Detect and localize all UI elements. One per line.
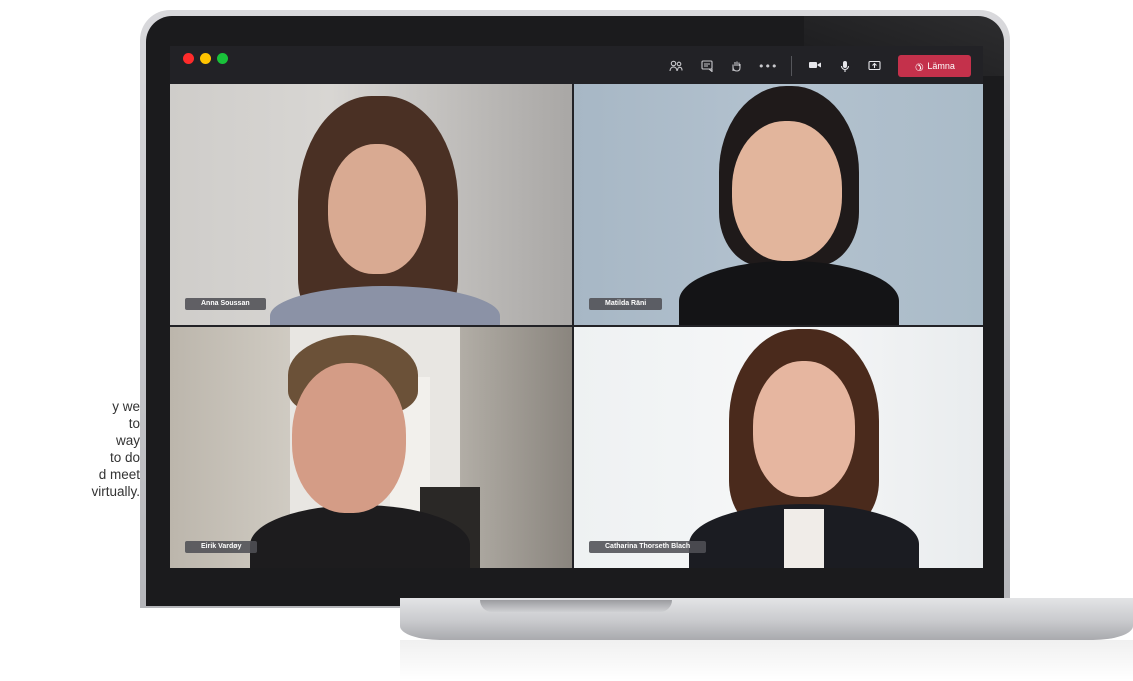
caption-line: to <box>128 416 140 431</box>
video-tile[interactable]: Anna Soussan <box>170 84 572 325</box>
participant-video <box>240 335 480 568</box>
hang-up-icon: ✆ <box>911 59 926 74</box>
caption-line: d meet <box>98 467 140 482</box>
participants-icon[interactable] <box>667 60 685 74</box>
side-caption: y we to way to do d meet virtually. <box>0 398 140 500</box>
camera-icon[interactable] <box>806 60 824 74</box>
leave-call-button[interactable]: ✆ Lämna <box>898 55 971 77</box>
video-call-window: ••• ✆ Lämna Anna Soussan Matilda Räni Ei… <box>170 46 983 568</box>
window-minimize-button[interactable] <box>200 53 211 64</box>
participant-video <box>270 96 500 325</box>
raise-hand-icon[interactable] <box>727 60 745 74</box>
call-toolbar: ••• ✆ Lämna <box>170 46 983 84</box>
leave-call-label: Lämna <box>927 61 955 71</box>
participant-video <box>664 86 914 325</box>
caption-line: virtually. <box>91 484 140 499</box>
window-close-button[interactable] <box>183 53 194 64</box>
chat-icon[interactable] <box>698 60 716 74</box>
caption-line: to do <box>109 450 140 465</box>
video-tile[interactable]: Matilda Räni <box>574 84 983 325</box>
microphone-icon[interactable] <box>836 60 854 74</box>
caption-line: y we <box>112 399 140 414</box>
share-screen-icon[interactable] <box>865 60 883 74</box>
laptop-hinge-notch <box>480 600 672 612</box>
video-tile[interactable]: Eirik Vardøy <box>170 327 572 568</box>
more-icon[interactable]: ••• <box>758 60 777 74</box>
video-tile[interactable]: Catharina Thorseth Blach <box>574 327 983 568</box>
participant-name-tag: Matilda Räni <box>589 298 663 310</box>
laptop-shadow <box>400 640 1133 681</box>
window-maximize-button[interactable] <box>217 53 228 64</box>
participant-name-tag: Anna Soussan <box>185 298 266 310</box>
participant-name-tag: Catharina Thorseth Blach <box>589 541 707 553</box>
participant-video <box>689 329 919 568</box>
caption-line: way <box>115 433 140 448</box>
participant-name-tag: Eirik Vardøy <box>185 541 258 553</box>
toolbar-divider <box>791 56 792 76</box>
